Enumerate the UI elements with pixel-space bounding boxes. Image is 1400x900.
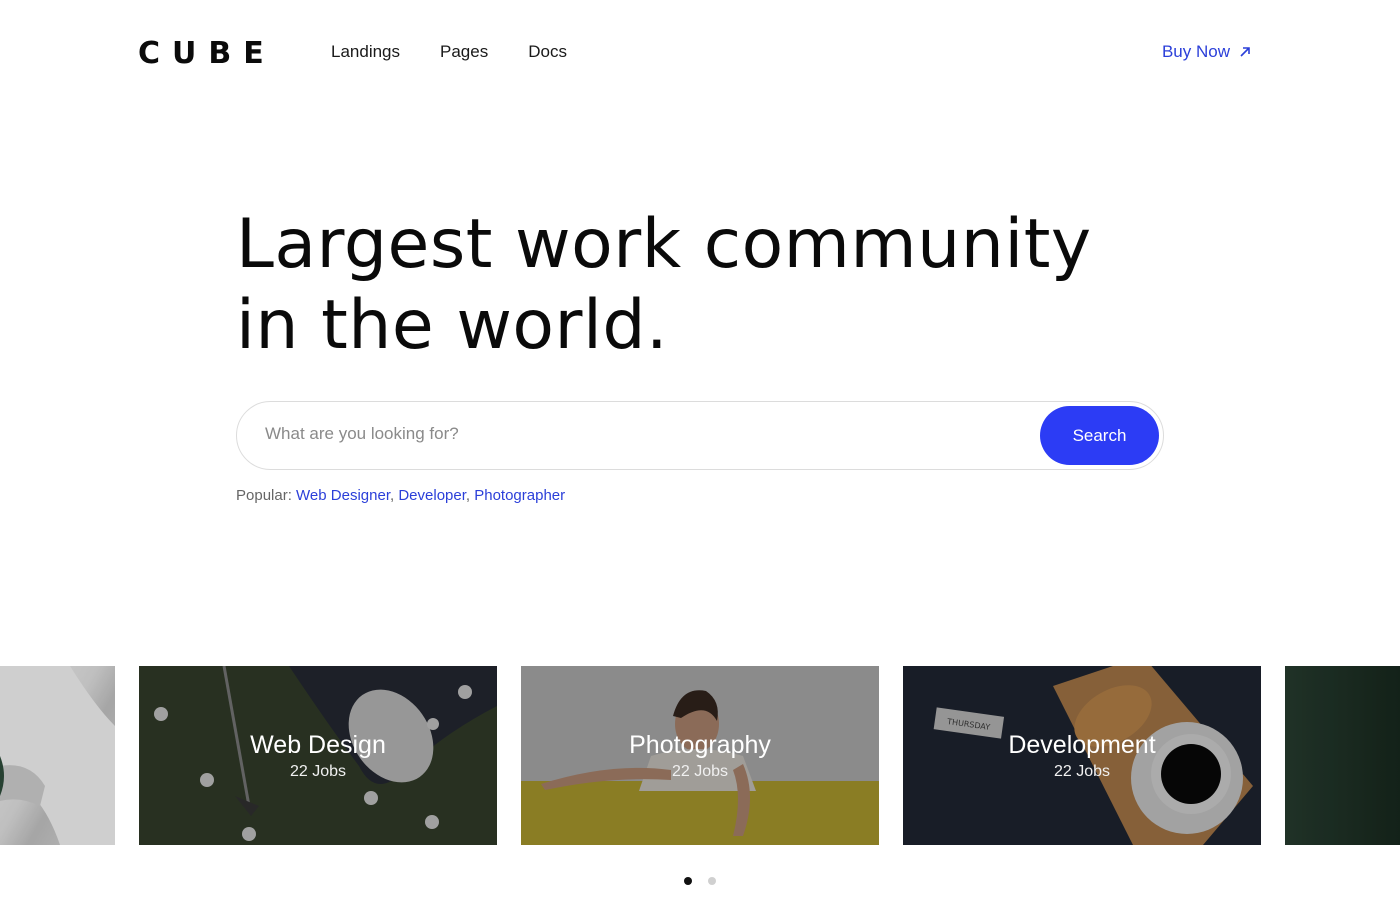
buy-now-link[interactable]: Buy Now <box>1162 42 1252 62</box>
pagination-dot-2[interactable] <box>708 877 716 885</box>
arrow-up-right-icon <box>1240 47 1250 57</box>
category-card-development[interactable]: THURSDAY Development 22 Jobs <box>903 666 1261 845</box>
popular-link-developer[interactable]: Developer <box>398 487 466 504</box>
popular-link-web-designer[interactable]: Web Designer <box>296 487 390 504</box>
category-card-photography[interactable]: Photography 22 Jobs <box>521 666 879 845</box>
hero-title-line-1: Largest work community <box>236 205 1092 284</box>
category-info: Photography 22 Jobs <box>521 730 879 783</box>
card-overlay <box>0 666 115 845</box>
search-bar: Search <box>236 401 1164 470</box>
popular-link-photographer[interactable]: Photographer <box>474 487 565 504</box>
category-name: Web Design <box>250 731 386 759</box>
popular-label: Popular: <box>236 487 292 504</box>
nav-docs[interactable]: Docs <box>528 42 567 62</box>
logo[interactable]: CUBE <box>138 36 276 71</box>
category-job-count: 22 Jobs <box>1053 763 1111 780</box>
search-input[interactable] <box>265 424 1005 444</box>
category-carousel: Web Design 22 Jobs Photography 22 Jobs T… <box>0 666 1400 845</box>
pagination-dot-1[interactable] <box>684 877 692 885</box>
category-job-count: 22 Jobs <box>289 763 347 780</box>
category-name: Development <box>1008 731 1156 759</box>
popular-searches: Popular: Web Designer, Developer, Photog… <box>236 487 566 504</box>
nav-landings[interactable]: Landings <box>331 42 400 62</box>
nav-pages[interactable]: Pages <box>440 42 488 62</box>
category-job-count: 22 Jobs <box>671 763 729 780</box>
category-card-partial-left[interactable] <box>0 666 115 845</box>
site-header: CUBE Landings Pages Docs Buy Now <box>0 0 1400 106</box>
category-card-web-design[interactable]: Web Design 22 Jobs <box>139 666 497 845</box>
hero-title: Largest work community in the world. <box>236 204 1136 366</box>
carousel-pagination <box>684 877 716 885</box>
category-info: Development 22 Jobs <box>903 730 1261 783</box>
card-overlay <box>1285 666 1400 845</box>
search-button[interactable]: Search <box>1040 406 1159 465</box>
category-name: Photography <box>629 731 771 759</box>
buy-now-label: Buy Now <box>1161 42 1230 61</box>
main-nav: Landings Pages Docs <box>331 42 567 62</box>
hero-title-line-2: in the world. <box>236 286 669 365</box>
category-card-partial-right[interactable] <box>1285 666 1400 845</box>
category-info: Web Design 22 Jobs <box>139 730 497 783</box>
